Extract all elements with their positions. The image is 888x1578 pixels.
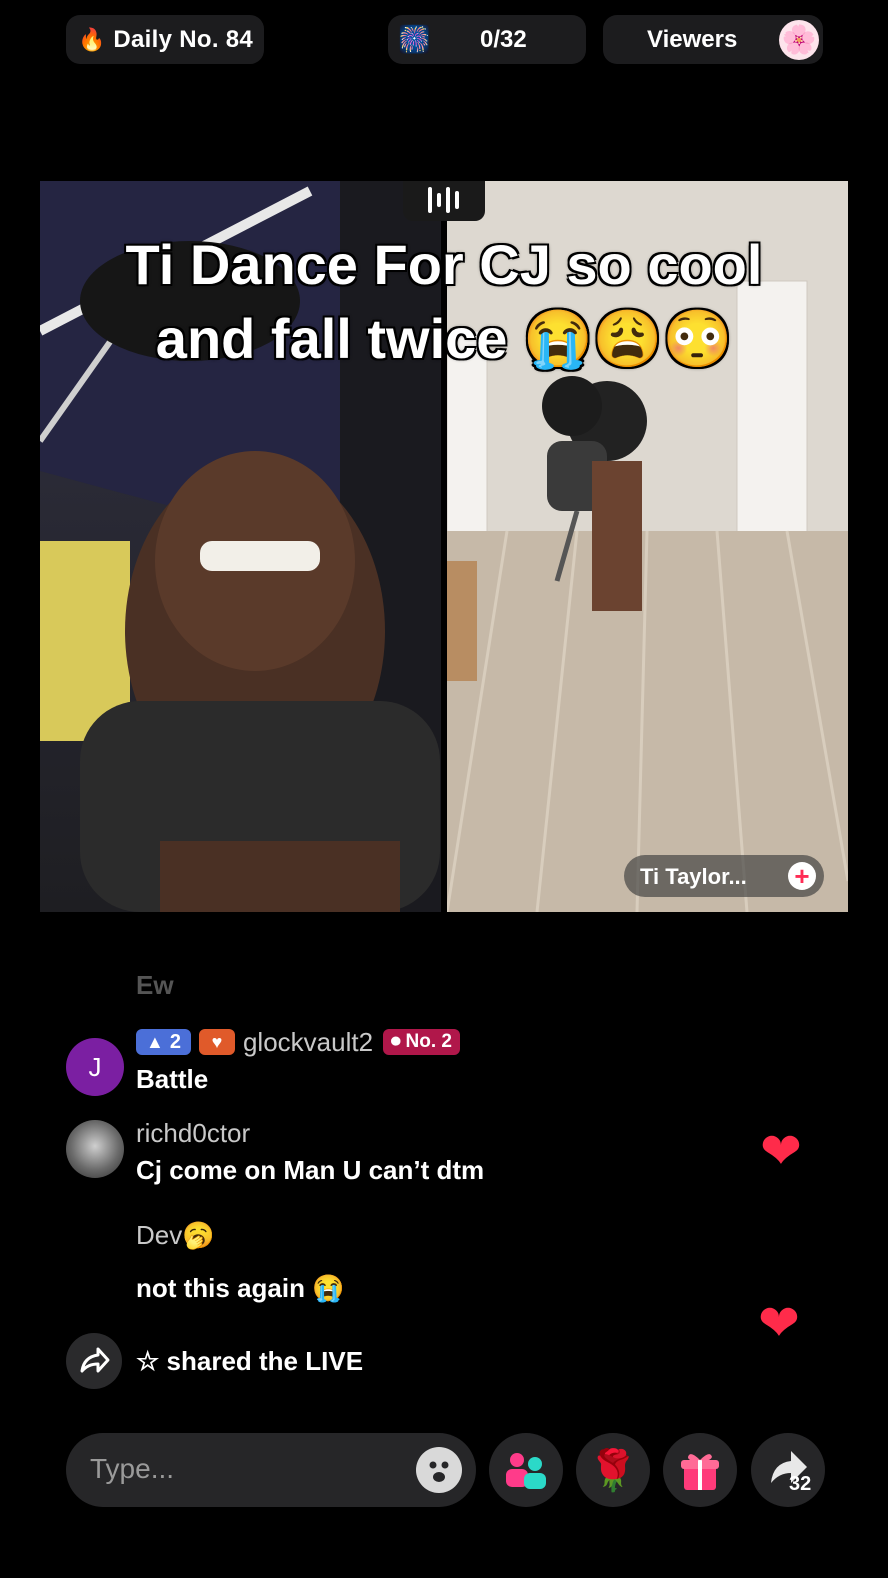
rose-icon: 🌹 bbox=[588, 1448, 638, 1493]
emoji-icon[interactable] bbox=[416, 1447, 462, 1493]
caption-line-2: and fall twice 😭😩😳 bbox=[155, 307, 733, 370]
gift-button[interactable] bbox=[663, 1433, 737, 1507]
level-number: 2 bbox=[169, 1030, 181, 1053]
viewers-label: Viewers bbox=[647, 25, 738, 53]
stream-mode-tab[interactable] bbox=[403, 181, 485, 221]
heart-icon: ❤ bbox=[758, 1295, 800, 1351]
comment-username[interactable]: glockvault2 bbox=[243, 1027, 373, 1058]
heart-icon: ❤ bbox=[760, 1123, 802, 1179]
follow-plus-icon[interactable]: + bbox=[788, 862, 816, 890]
avatar-letter: J bbox=[88, 1052, 102, 1082]
gift-goal-label: 0/32 bbox=[480, 25, 527, 53]
share-arrow-icon bbox=[80, 1347, 110, 1373]
comment-placeholder: Type... bbox=[90, 1453, 175, 1484]
guests-icon bbox=[506, 1453, 546, 1489]
comment-input[interactable]: Type... bbox=[66, 1433, 476, 1507]
comment-text: not this again 😭 bbox=[136, 1273, 345, 1303]
gift-icon bbox=[681, 1454, 719, 1490]
comment-text: Battle bbox=[136, 1064, 209, 1094]
rank-badge: ⏺ No. 2 bbox=[383, 1029, 460, 1055]
share-event-text: ☆ shared the LIVE bbox=[136, 1346, 364, 1376]
share-button[interactable]: 32 bbox=[751, 1433, 825, 1507]
fan-badge-icon: ♥ bbox=[198, 1029, 235, 1055]
viewers-pill[interactable]: Viewers 🌸 bbox=[603, 15, 823, 64]
rank-label: No. 2 bbox=[405, 1031, 452, 1052]
share-icon-circle bbox=[66, 1333, 122, 1389]
comment-header: ▲ 2 ♥ glockvault2 ⏺ No. 2 bbox=[136, 1026, 460, 1058]
comment-username[interactable]: richd0ctor bbox=[136, 1118, 250, 1149]
medal-icon: ⏺ bbox=[391, 1031, 401, 1052]
avatar[interactable]: J bbox=[66, 1038, 124, 1096]
comment-text: Cj come on Man U can’t dtm bbox=[136, 1155, 485, 1185]
host-badge[interactable]: Ti Taylor... + bbox=[624, 855, 824, 897]
flame-icon: 🔥 bbox=[78, 26, 106, 52]
share-count: 32 bbox=[789, 1473, 812, 1495]
rose-gift-button[interactable]: 🌹 bbox=[576, 1433, 650, 1507]
caption-line-1: Ti Dance For CJ so cool bbox=[125, 233, 763, 296]
video-caption: Ti Dance For CJ so cool and fall twice 😭… bbox=[40, 228, 848, 376]
faded-comment: Ew bbox=[136, 970, 174, 996]
audio-levels-icon bbox=[428, 187, 459, 213]
gift-goal-icon: 🎆 bbox=[398, 24, 431, 54]
comment-username[interactable]: Dev🥱 bbox=[136, 1220, 215, 1251]
level-badge: ▲ 2 bbox=[136, 1029, 191, 1055]
daily-rank-label: Daily No. 84 bbox=[113, 25, 254, 53]
viewer-avatar-icon: 🌸 bbox=[779, 20, 819, 60]
emoji-face-icon bbox=[429, 1461, 449, 1482]
daily-rank-pill[interactable]: 🔥 Daily No. 84 bbox=[66, 15, 264, 64]
level-icon: ▲ bbox=[146, 1031, 164, 1052]
gift-goal-pill[interactable]: 🎆 0/32 bbox=[388, 15, 586, 64]
avatar[interactable] bbox=[66, 1120, 124, 1178]
multi-guest-button[interactable] bbox=[489, 1433, 563, 1507]
host-name: Ti Taylor... bbox=[640, 864, 747, 889]
